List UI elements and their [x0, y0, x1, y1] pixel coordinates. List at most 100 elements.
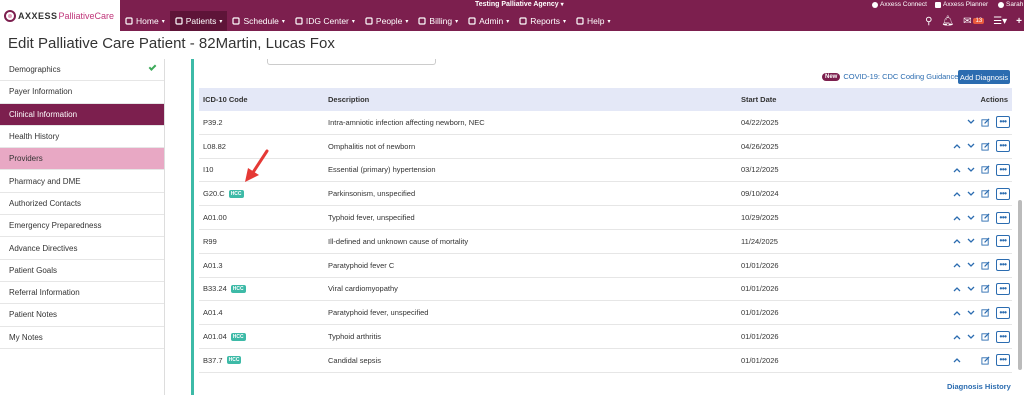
nav-item-admin[interactable]: Admin ▾: [463, 11, 514, 31]
move-down-icon[interactable]: [967, 190, 975, 198]
nav-item-home[interactable]: Home ▾: [120, 11, 170, 31]
nav-item-label: Reports: [530, 16, 560, 26]
more-actions-button[interactable]: •••: [996, 354, 1010, 367]
search-icon[interactable]: ⚲: [925, 16, 932, 27]
edit-icon[interactable]: [981, 142, 990, 151]
move-down-icon[interactable]: [967, 118, 975, 126]
sidebar-item-demographics[interactable]: Demographics: [0, 59, 164, 82]
move-up-icon[interactable]: [953, 237, 961, 245]
caret-down-icon: ▾: [281, 18, 285, 25]
move-down-icon[interactable]: [967, 309, 975, 317]
move-down-icon[interactable]: [967, 285, 975, 293]
edit-icon[interactable]: [981, 189, 990, 198]
sidebar-item-referral-information[interactable]: Referral Information: [0, 282, 164, 305]
nav-item-schedule[interactable]: Schedule ▾: [227, 11, 289, 31]
move-down-icon[interactable]: [967, 142, 975, 150]
move-up-icon[interactable]: [953, 356, 961, 364]
more-actions-button[interactable]: •••: [996, 163, 1010, 176]
move-down-icon[interactable]: [967, 261, 975, 269]
hcc-badge: HCC: [226, 356, 242, 365]
wrench-icon: [468, 17, 476, 25]
list-menu-icon[interactable]: ☰▾: [993, 16, 1007, 27]
add-diagnosis-button[interactable]: Add Diagnosis: [958, 70, 1010, 84]
sidebar-item-emergency-preparedness[interactable]: Emergency Preparedness: [0, 215, 164, 238]
move-up-icon[interactable]: [953, 261, 961, 269]
more-actions-button[interactable]: •••: [996, 259, 1010, 272]
covid-guidance-link[interactable]: COVID-19: CDC Coding Guidance: [843, 72, 958, 81]
move-down-icon[interactable]: [967, 333, 975, 341]
bell-icon[interactable]: 🔔︎: [941, 16, 954, 27]
sidebar-item-my-notes[interactable]: My Notes: [0, 327, 164, 349]
nav-item-patients[interactable]: Patients ▾: [169, 11, 228, 31]
move-up-icon[interactable]: [953, 214, 961, 222]
nav-item-idg-center[interactable]: IDG Center ▾: [290, 11, 360, 31]
more-actions-button[interactable]: •••: [996, 187, 1010, 200]
more-actions-button[interactable]: •••: [996, 140, 1010, 153]
more-actions-button[interactable]: •••: [996, 306, 1010, 319]
start-date-cell: 01/01/2026: [741, 332, 779, 342]
move-down-icon[interactable]: [967, 166, 975, 174]
table-header: ICD-10 Code Description Start Date Actio…: [199, 88, 1012, 111]
edit-icon[interactable]: [981, 308, 990, 317]
nav-item-label: Admin: [479, 16, 504, 26]
hcc-badge: HCC: [230, 284, 246, 293]
sidebar-item-pharmacy-and-dme[interactable]: Pharmacy and DME: [0, 170, 164, 193]
diagnosis-history-link[interactable]: Diagnosis History: [947, 382, 1011, 391]
more-actions-button[interactable]: •••: [996, 116, 1010, 129]
move-up-icon[interactable]: [953, 333, 961, 341]
user-menu[interactable]: Sarah: [998, 1, 1023, 8]
description-cell: Paratyphoid fever, unspecified: [328, 308, 429, 318]
more-actions-button[interactable]: •••: [996, 211, 1010, 224]
logo[interactable]: AXXESS PalliativeCare: [0, 0, 120, 31]
move-up-icon[interactable]: [953, 190, 961, 198]
nav-item-billing[interactable]: Billing ▾: [413, 11, 463, 31]
edit-icon[interactable]: [981, 261, 990, 270]
more-actions-button[interactable]: •••: [996, 235, 1010, 248]
hcc-badge: HCC: [230, 332, 246, 341]
sidebar-item-label: My Notes: [9, 332, 43, 342]
move-up-icon[interactable]: [953, 309, 961, 317]
mail-icon: ✉: [963, 15, 972, 27]
edit-icon[interactable]: [981, 165, 990, 175]
edit-icon[interactable]: [981, 213, 990, 222]
more-actions-button[interactable]: •••: [996, 282, 1010, 295]
empty-slot: [967, 356, 975, 364]
move-up-icon[interactable]: [953, 285, 961, 293]
more-actions-button[interactable]: •••: [996, 330, 1010, 343]
hcc-badge: HCC: [228, 189, 244, 198]
sidebar-item-health-history[interactable]: Health History: [0, 126, 164, 149]
sidebar-item-providers[interactable]: Providers: [0, 148, 164, 171]
description-cell: Intra-amniotic infection affecting newbo…: [328, 117, 485, 127]
top-navigation-bar: AXXESS PalliativeCare Testing Palliative…: [0, 0, 1024, 31]
nav-item-reports[interactable]: Reports ▾: [514, 11, 571, 31]
sidebar-item-patient-notes[interactable]: Patient Notes: [0, 304, 164, 327]
edit-icon[interactable]: [981, 237, 990, 246]
messages-button[interactable]: ✉ 13: [963, 15, 985, 27]
sidebar: Demographics Payer Information Clinical In…: [0, 59, 165, 395]
move-up-icon[interactable]: [953, 142, 961, 150]
move-down-icon[interactable]: [967, 237, 975, 245]
chart-icon: [519, 17, 527, 25]
plus-icon[interactable]: +: [1016, 16, 1022, 27]
agency-selector[interactable]: Testing Palliative Agency ▾: [475, 1, 564, 8]
sidebar-item-patient-goals[interactable]: Patient Goals: [0, 260, 164, 282]
edit-icon[interactable]: [981, 118, 990, 127]
sidebar-item-advance-directives[interactable]: Advance Directives: [0, 237, 164, 260]
edit-icon[interactable]: [981, 284, 990, 294]
axxess-connect-link[interactable]: Axxess Connect: [872, 1, 927, 8]
edit-icon[interactable]: [981, 356, 990, 365]
main-nav: Home ▾ Patients ▾ Schedule ▾ IDG Center ▾ People…: [120, 11, 616, 31]
sidebar-item-payer-information[interactable]: Payer Information: [0, 81, 164, 104]
sidebar-item-clinical-information[interactable]: Clinical Information: [0, 103, 164, 126]
ellipsis-icon: •••: [999, 355, 1007, 365]
edit-icon[interactable]: [981, 332, 990, 341]
sidebar-item-authorized-contacts[interactable]: Authorized Contacts: [0, 193, 164, 216]
nav-item-people[interactable]: People ▾: [360, 11, 413, 31]
text-field[interactable]: [267, 59, 436, 65]
move-up-icon[interactable]: [953, 166, 961, 174]
move-down-icon[interactable]: [967, 214, 975, 222]
axxess-planner-link[interactable]: Axxess Planner: [935, 1, 988, 8]
nav-item-help[interactable]: Help ▾: [571, 11, 616, 31]
start-date-cell: 10/29/2025: [741, 213, 779, 223]
scrollbar[interactable]: [1018, 200, 1022, 370]
